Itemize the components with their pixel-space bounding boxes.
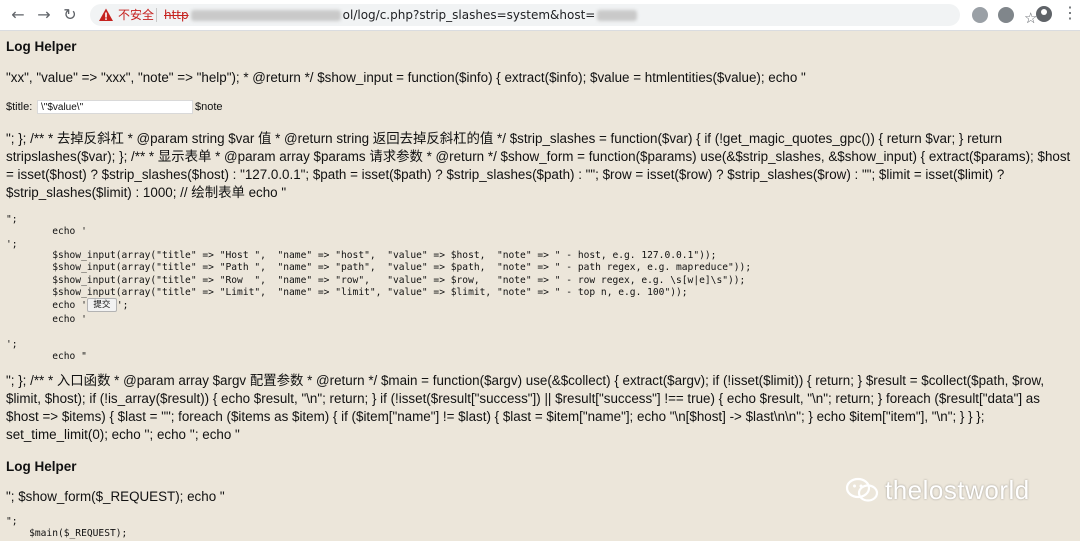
- code-block: "; echo ' ';: [6, 214, 87, 250]
- watermark-text: thelostworld: [885, 475, 1030, 505]
- back-button[interactable]: ←: [8, 5, 28, 25]
- url-redacted: [190, 10, 341, 21]
- extension-globe-icon[interactable]: [972, 7, 988, 23]
- echo-close-text: ';: [116, 300, 129, 311]
- submit-button[interactable]: 提交: [86, 298, 117, 312]
- url-scheme: http: [164, 8, 189, 22]
- address-bar[interactable]: 不安全 http ol/log/c.php?strip_slashes=syste…: [90, 4, 1037, 27]
- warning-icon: [99, 8, 113, 21]
- code-block: "; $main($_REQUEST);: [6, 516, 128, 540]
- echo-text: echo ': [6, 300, 87, 311]
- code-text-paragraph: "; }; /** * 入口函数 * @param array $argv 配置…: [6, 373, 1048, 442]
- code-text-paragraph: "; }; /** * 去掉反斜杠 * @param string $var 值…: [6, 131, 1074, 200]
- browser-menu-icon[interactable]: ⋮: [1062, 5, 1078, 23]
- title-input[interactable]: \"$value\": [37, 100, 193, 114]
- page-heading: Log Helper: [6, 459, 77, 474]
- code-block: echo ' '; echo ": [6, 314, 87, 363]
- page-heading: Log Helper: [6, 39, 77, 54]
- profile-avatar-icon[interactable]: [1036, 6, 1052, 22]
- url-redacted-tail: [597, 10, 638, 21]
- wechat-icon: [845, 477, 879, 502]
- browser-toolbar: ← → ↻ 不安全 http ol/log/c.php?strip_slashes…: [0, 0, 1080, 31]
- code-text-line: "xx", "value" => "xxx", "note" => "help"…: [6, 70, 806, 85]
- forward-button[interactable]: →: [34, 5, 54, 25]
- code-line-submit: echo ' 提交 ';: [6, 298, 128, 312]
- divider: [156, 8, 157, 22]
- title-label: $title:: [6, 101, 33, 113]
- extension-icon[interactable]: [998, 7, 1014, 23]
- url-path: ol/log/c.php?strip_slashes=system&host=: [342, 8, 596, 22]
- url-text[interactable]: http ol/log/c.php?strip_slashes=system&ho…: [164, 7, 638, 23]
- reload-button[interactable]: ↻: [60, 5, 80, 25]
- code-block-show-input: $show_input(array("title" => "Host ", "n…: [52, 250, 752, 299]
- not-secure-label[interactable]: 不安全: [118, 7, 154, 23]
- note-label: $note: [195, 101, 223, 113]
